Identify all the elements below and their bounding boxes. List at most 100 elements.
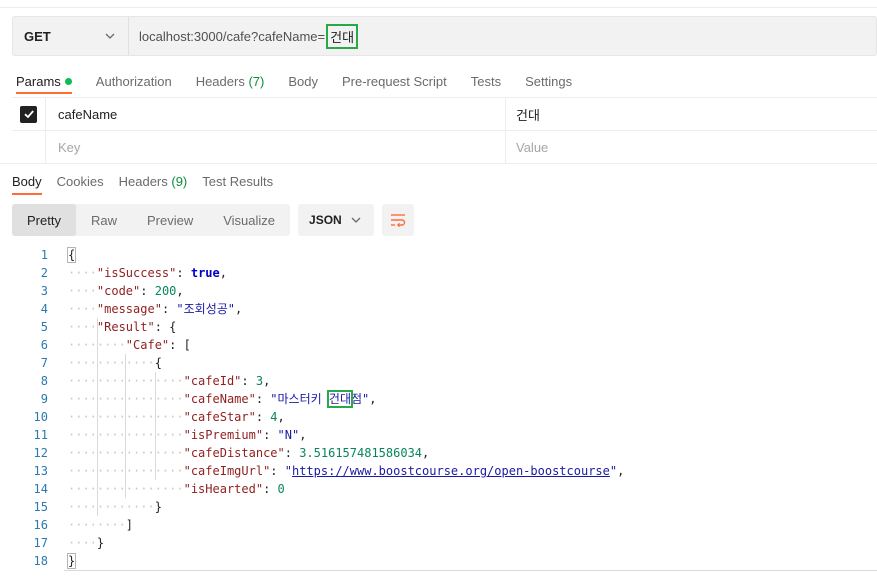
line-number: 1 [40,248,48,262]
code-line: 3 ····"code": 200, [0,282,877,300]
line-number: 3 [40,284,48,298]
tab-headers-count: (7) [248,73,265,89]
tab-tests[interactable]: Tests [471,74,501,89]
param-check-cell [12,98,46,130]
code-line: 15 ············} [0,498,877,516]
url-input[interactable]: localhost:3000/cafe?cafeName= 건대 [129,17,359,55]
line-number: 18 [33,554,48,568]
code-line: 16 ········] [0,516,877,534]
method-select[interactable]: GET [13,17,129,55]
tab-headers-label: Headers [195,73,245,89]
code-line: 4 ····"message": "조회성공", [0,300,877,318]
chevron-down-icon [351,217,361,223]
text-cursor [75,553,77,568]
line-number: 13 [33,464,48,478]
divider [0,163,877,164]
code-line: 1{ [0,246,877,264]
tab-headers[interactable]: Headers (7) [196,74,265,89]
tab-response-headers[interactable]: Headers (9) [119,174,188,189]
url-highlight: 건대 [326,23,359,49]
value-placeholder[interactable]: Value [506,131,877,163]
tab-cookies[interactable]: Cookies [57,174,104,189]
view-toolbar: Pretty Raw Preview Visualize JSON [12,204,415,236]
tab-response-body[interactable]: Body [12,173,42,195]
params-table: cafeName 건대 Key Value [12,97,877,164]
line-number: 16 [33,518,48,532]
top-strip [0,0,877,8]
view-pretty-button[interactable]: Pretty [12,204,76,236]
param-value[interactable]: 건대 [506,98,877,130]
value-cafeName-highlight: 건대 [326,390,354,408]
value-cafeDistance: 3.516157481586034 [299,446,423,460]
response-body-code[interactable]: 1{ 2 ····"isSuccess": true, 3 ····"code": … [0,246,877,570]
line-number: 14 [33,482,48,496]
param-key[interactable]: cafeName [46,98,506,130]
value-cafeStar: 4 [270,410,278,424]
code-line: 12 ················"cafeDistance": 3.5161… [0,444,877,462]
code-line: 13 ················"cafeImgUrl": "https:/… [0,462,877,480]
wrap-lines-button[interactable] [382,204,415,236]
code-line: 9 ················"cafeName": "마스터키 건대점", [0,390,877,408]
checkmark-icon [23,110,34,119]
value-code: 200 [154,284,177,298]
chevron-down-icon [105,33,115,39]
value-cafeName-end: 점" [351,392,370,406]
code-line: 7 ············{ [0,354,877,372]
cafe-img-url-link[interactable]: https://www.boostcourse.org/open-boostco… [292,464,610,478]
tab-params[interactable]: Params [16,73,72,94]
code-line: 5 ····"Result": { [0,318,877,336]
format-select[interactable]: JSON [298,204,375,236]
tab-body[interactable]: Body [288,74,318,89]
line-number: 2 [40,266,48,280]
request-bar: GET localhost:3000/cafe?cafeName= 건대 [12,16,877,56]
tab-settings-label: Settings [525,73,573,89]
param-checkbox[interactable] [20,105,37,123]
code-line: 10 ················"cafeStar": 4, [0,408,877,426]
request-tabs: Params Authorization Headers (7) Body Pr… [16,70,596,94]
tab-pre-request-label: Pre-request Script [341,73,447,89]
view-preview-button[interactable]: Preview [132,204,208,236]
code-line: 6 ········"Cafe": [ [0,336,877,354]
response-tabs: Body Cookies Headers (9) Test Results [12,170,877,195]
tab-response-headers-count: (9) [171,173,188,189]
tab-response-body-label: Body [12,173,42,189]
line-number: 12 [33,446,48,460]
line-number: 17 [33,536,48,550]
tab-test-results-label: Test Results [202,173,274,189]
params-status-dot [64,77,72,85]
tab-settings[interactable]: Settings [525,74,572,89]
line-number: 10 [33,410,48,424]
value-isPremium: "N" [277,428,300,442]
url-text: localhost:3000/cafe?cafeName= [139,28,326,44]
line-number: 7 [40,356,48,370]
method-label: GET [24,28,51,44]
value-cafeName-start: "마스터키 [270,392,329,406]
tab-cookies-label: Cookies [56,173,104,189]
code-line: 8 ················"cafeId": 3, [0,372,877,390]
line-number: 15 [33,500,48,514]
line-number: 6 [40,338,48,352]
view-mode-group: Pretty Raw Preview Visualize [12,204,291,236]
wrap-lines-icon [391,214,406,227]
code-line: 11 ················"isPremium": "N", [0,426,877,444]
view-raw-button[interactable]: Raw [76,204,132,236]
value-message: "조회성공" [176,302,236,316]
code-line: 2 ····"isSuccess": true, [0,264,877,282]
line-number: 4 [40,302,48,316]
tab-body-label: Body [288,73,318,89]
param-row-empty: Key Value [12,131,877,164]
param-check-cell-empty [12,131,46,163]
tab-authorization[interactable]: Authorization [96,74,172,89]
value-isHearted: 0 [277,482,285,496]
tab-response-headers-label: Headers [118,173,168,189]
format-label: JSON [309,213,342,227]
line-number: 5 [40,320,48,334]
key-placeholder[interactable]: Key [46,131,506,163]
view-visualize-button[interactable]: Visualize [208,204,290,236]
tab-params-label: Params [16,73,61,89]
param-row: cafeName 건대 [12,98,877,131]
tab-tests-label: Tests [470,73,502,89]
tab-pre-request-script[interactable]: Pre-request Script [342,74,447,89]
code-line: 14 ················"isHearted": 0 [0,480,877,498]
tab-test-results[interactable]: Test Results [202,174,273,189]
